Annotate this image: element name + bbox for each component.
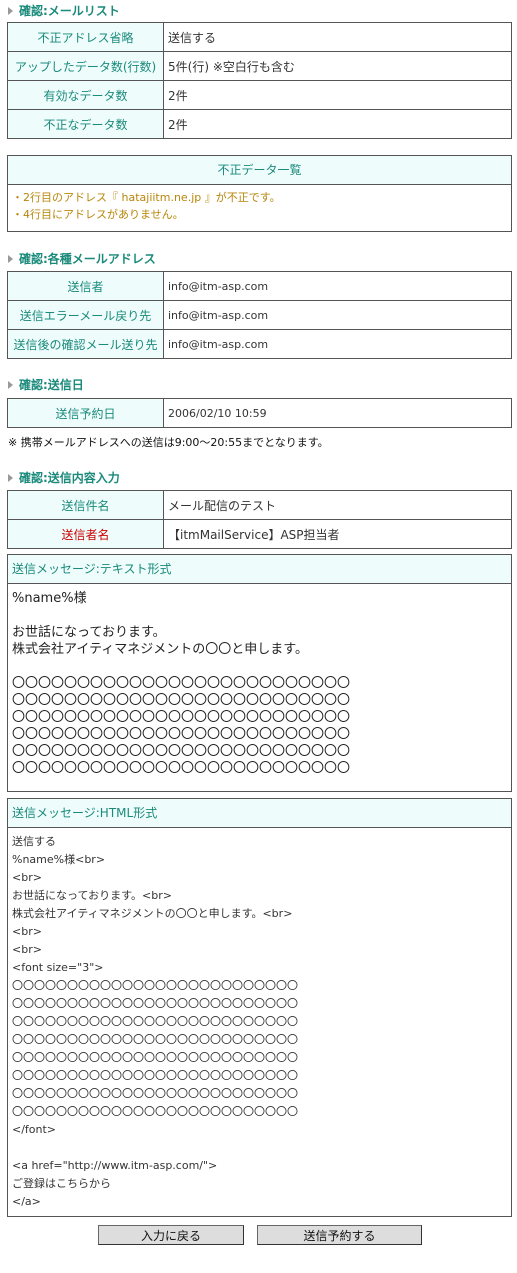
reserve-send-button[interactable]: 送信予約する (257, 1225, 422, 1245)
send-date-table: 送信予約日 2006/02/10 10:59 (7, 398, 512, 428)
table-row: 送信件名 メール配信のテスト (7, 490, 512, 520)
table-row: 送信エラーメール戻り先 info@itm-asp.com (7, 300, 512, 330)
row-value: 2006/02/10 10:59 (163, 398, 512, 428)
row-label: 有効なデータ数 (7, 80, 164, 110)
table-row: 不正なデータ数 2件 (7, 109, 512, 139)
invalid-data-line: ・2行目のアドレス『 hatajiitm.ne.jp 』が不正です。 (12, 191, 281, 204)
invalid-data-header: 不正データ一覧 (8, 156, 511, 185)
table-row: 不正アドレス省略 送信する (7, 22, 512, 52)
row-label: 送信者 (7, 271, 164, 301)
section-title-content: 確認:送信内容入力 (8, 469, 120, 487)
table-row: 有効なデータ数 2件 (7, 80, 512, 110)
row-label: 不正なデータ数 (7, 109, 164, 139)
table-row: アップしたデータ数(行数) 5件(行) ※空白行も含む (7, 51, 512, 81)
row-label: 不正アドレス省略 (7, 22, 164, 52)
row-value: 【itmMailService】ASP担当者 (163, 519, 512, 549)
section-title-addresses: 確認:各種メールアドレス (8, 250, 156, 268)
row-value: info@itm-asp.com (163, 271, 512, 301)
row-value: info@itm-asp.com (163, 300, 512, 330)
row-value: 2件 (163, 109, 512, 139)
table-row: 送信予約日 2006/02/10 10:59 (7, 398, 512, 428)
row-value: 2件 (163, 80, 512, 110)
row-label: アップしたデータ数(行数) (7, 51, 164, 81)
row-label: 送信件名 (7, 490, 164, 520)
row-label-required: 送信者名 (7, 519, 164, 549)
row-value: 送信する (163, 22, 512, 52)
row-label: 送信エラーメール戻り先 (7, 300, 164, 330)
triangle-bullet-icon (8, 473, 13, 482)
text-message-header: 送信メッセージ:テキスト形式 (8, 555, 511, 584)
row-label: 送信後の確認メール送り先 (7, 329, 164, 359)
table-row: 送信者名 【itmMailService】ASP担当者 (7, 519, 512, 549)
section-title-text: 確認:各種メールアドレス (19, 252, 156, 266)
row-value: 5件(行) ※空白行も含む (163, 51, 512, 81)
text-message-body: %name%様 お世話になっております。 株式会社アイティマネジメントの〇〇と申… (12, 591, 351, 776)
section-title-send-date: 確認:送信日 (8, 376, 84, 394)
html-message-header: 送信メッセージ:HTML形式 (8, 799, 511, 828)
table-row: 送信者 info@itm-asp.com (7, 271, 512, 301)
section-title-text: 確認:メールリスト (19, 4, 120, 18)
section-title-text: 確認:送信日 (19, 378, 84, 392)
row-value: メール配信のテスト (163, 490, 512, 520)
back-to-input-button[interactable]: 入力に戻る (98, 1225, 244, 1245)
triangle-bullet-icon (8, 6, 13, 15)
section-title-text: 確認:送信内容入力 (19, 471, 120, 485)
html-message-box: 送信メッセージ:HTML形式 送信する %name%様<br> <br> お世話… (7, 798, 512, 1217)
html-message-body: 送信する %name%様<br> <br> お世話になっております。<br> 株… (12, 835, 298, 1208)
triangle-bullet-icon (8, 380, 13, 389)
mail-list-table: 不正アドレス省略 送信する アップしたデータ数(行数) 5件(行) ※空白行も含む … (7, 22, 512, 139)
section-title-mail-list: 確認:メールリスト (8, 2, 120, 20)
triangle-bullet-icon (8, 254, 13, 263)
table-row: 送信後の確認メール送り先 info@itm-asp.com (7, 329, 512, 359)
invalid-data-line: ・4行目にアドレスがありません。 (12, 208, 184, 221)
text-message-box: 送信メッセージ:テキスト形式 %name%様 お世話になっております。 株式会社… (7, 554, 512, 792)
content-table: 送信件名 メール配信のテスト 送信者名 【itmMailService】ASP担当者 (7, 490, 512, 549)
invalid-data-box: 不正データ一覧 ・2行目のアドレス『 hatajiitm.ne.jp 』が不正で… (7, 155, 512, 232)
mobile-send-note: ※ 携帯メールアドレスへの送信は9:00〜20:55までとなります。 (8, 436, 329, 449)
row-label: 送信予約日 (7, 398, 164, 428)
addresses-table: 送信者 info@itm-asp.com 送信エラーメール戻り先 info@itm-… (7, 271, 512, 359)
row-value: info@itm-asp.com (163, 329, 512, 359)
